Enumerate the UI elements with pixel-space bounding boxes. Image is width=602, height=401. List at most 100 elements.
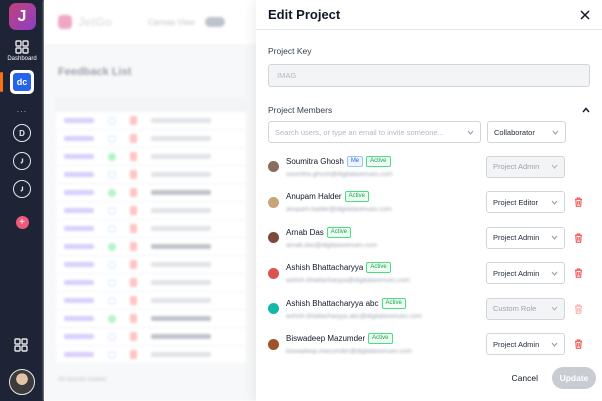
me-badge: Me bbox=[346, 155, 364, 167]
invite-search-input[interactable]: Search users, or type an email to invite… bbox=[268, 121, 481, 143]
modal-backdrop[interactable] bbox=[44, 0, 258, 401]
member-role-value: Project Admin bbox=[493, 339, 540, 349]
member-email: ashish.bhattacharyya@digitalavenues.com bbox=[286, 277, 410, 285]
member-info: Ashish Bhattacharyya Active ashish.bhatt… bbox=[286, 262, 491, 284]
member-avatar bbox=[268, 338, 279, 350]
member-name: Biswadeep Mazumder bbox=[286, 334, 366, 344]
member-role-select[interactable]: Project Admin bbox=[486, 226, 565, 249]
member-role-value: Project Editor bbox=[493, 197, 539, 207]
member-role-value: Custom Role bbox=[493, 304, 537, 314]
trash-icon[interactable] bbox=[574, 268, 583, 279]
chevron-down-icon bbox=[551, 271, 558, 276]
dashboard-nav[interactable]: Dashboard bbox=[7, 40, 37, 62]
member-role-value: Project Admin bbox=[493, 233, 540, 243]
members-section-header[interactable]: Project Members bbox=[268, 105, 590, 115]
status-badge: Active bbox=[368, 333, 393, 345]
trash-icon[interactable] bbox=[574, 197, 583, 208]
member-info: Ashish Bhattacharyya abc Active ashish.b… bbox=[286, 297, 491, 320]
member-row: Ashish Bhattacharyya abc Active ashish.b… bbox=[268, 291, 590, 327]
member-role-select[interactable]: Project Admin bbox=[486, 333, 565, 356]
members-label: Project Members bbox=[268, 105, 333, 115]
add-app-button[interactable]: + bbox=[15, 216, 29, 229]
chevron-down-icon bbox=[551, 342, 558, 347]
member-avatar bbox=[268, 232, 279, 244]
member-name: Arnab Das bbox=[286, 227, 324, 237]
chevron-down-icon bbox=[551, 200, 558, 205]
apps-grid-button[interactable] bbox=[14, 338, 28, 354]
user-avatar[interactable] bbox=[9, 369, 35, 395]
rail-clock-1[interactable] bbox=[13, 152, 31, 170]
drawer-body: Project Key IMAG Project Members Search … bbox=[256, 46, 602, 362]
member-row: Ashish Bhattacharyya Active ashish.bhatt… bbox=[268, 256, 590, 292]
edit-project-drawer: Edit Project Project Key IMAG Project Me… bbox=[256, 0, 602, 401]
status-badge: Active bbox=[381, 297, 406, 309]
drawer-header: Edit Project bbox=[256, 0, 602, 30]
member-info: Arnab Das Active arnab.das@digitalavenue… bbox=[286, 226, 491, 249]
member-info: Soumitra Ghosh Me Active soumitra.ghosh@… bbox=[286, 155, 491, 178]
member-avatar bbox=[268, 303, 279, 315]
member-info: Anupam Halder Active anupam.halder@digit… bbox=[286, 191, 491, 213]
project-key-field: IMAG bbox=[268, 64, 590, 87]
current-app-button[interactable]: dc bbox=[0, 70, 34, 94]
logo-letter: J bbox=[17, 7, 27, 25]
chevron-up-icon[interactable] bbox=[582, 107, 590, 113]
member-name: Anupam Halder bbox=[286, 192, 342, 202]
status-badge: Active bbox=[366, 262, 391, 274]
member-name: Soumitra Ghosh bbox=[286, 156, 344, 166]
trash-icon[interactable] bbox=[574, 339, 583, 350]
member-name: Ashish Bhattacharyya bbox=[286, 263, 364, 273]
rail-clock-2[interactable] bbox=[13, 180, 31, 198]
status-badge: Active bbox=[326, 226, 352, 238]
project-key-label: Project Key bbox=[268, 46, 312, 56]
clock-icon bbox=[19, 186, 23, 192]
rail-app-d[interactable]: D bbox=[13, 124, 31, 142]
clock-icon bbox=[19, 158, 23, 164]
close-icon bbox=[580, 9, 590, 20]
member-row: Arnab Das Active arnab.das@digitalavenue… bbox=[268, 220, 590, 256]
invite-placeholder: Search users, or type an email to invite… bbox=[275, 127, 444, 137]
member-avatar bbox=[268, 196, 279, 208]
active-marker bbox=[0, 72, 3, 92]
member-email: soumitra.ghosh@digitalavenues.com bbox=[286, 170, 393, 178]
more-dots[interactable]: ... bbox=[17, 104, 28, 114]
cancel-button[interactable]: Cancel bbox=[512, 373, 538, 383]
member-role-select[interactable]: Project Admin bbox=[486, 262, 565, 285]
member-row: Soumitra Ghosh Me Active soumitra.ghosh@… bbox=[268, 149, 590, 185]
trash-icon bbox=[575, 304, 582, 314]
chevron-down-icon bbox=[552, 130, 559, 135]
members-list: Soumitra Ghosh Me Active soumitra.ghosh@… bbox=[268, 149, 590, 362]
chevron-down-icon bbox=[551, 235, 558, 241]
app-badge: dc bbox=[13, 73, 31, 91]
member-role-select: Project Admin bbox=[486, 155, 565, 178]
drawer-footer: Cancel Update bbox=[256, 355, 602, 401]
invite-role-value: Collaborator bbox=[494, 127, 535, 137]
member-role-select: Custom Role bbox=[486, 297, 565, 320]
member-role-value: Project Admin bbox=[493, 268, 540, 278]
member-avatar bbox=[268, 161, 279, 173]
trash-icon[interactable] bbox=[574, 233, 583, 243]
member-role-value: Project Admin bbox=[493, 162, 540, 172]
app-logo[interactable]: J bbox=[8, 3, 36, 30]
update-button[interactable]: Update bbox=[552, 367, 596, 389]
status-badge: Active bbox=[366, 155, 391, 167]
grid-icon bbox=[15, 40, 29, 54]
chevron-down-icon bbox=[467, 130, 474, 135]
member-row: Anupam Halder Active anupam.halder@digit… bbox=[268, 185, 590, 221]
chevron-down-icon bbox=[551, 306, 558, 312]
member-info: Biswadeep Mazumder Active biswadeep.mazu… bbox=[286, 333, 491, 355]
member-avatar bbox=[268, 267, 279, 279]
member-email: arnab.das@digitalavenues.com bbox=[286, 241, 378, 249]
member-name: Ashish Bhattacharyya abc bbox=[286, 298, 379, 308]
drawer-title: Edit Project bbox=[268, 7, 341, 22]
chevron-down-icon bbox=[551, 164, 558, 170]
status-badge: Active bbox=[344, 191, 369, 203]
invite-row: Search users, or type an email to invite… bbox=[268, 121, 590, 143]
member-role-select[interactable]: Project Editor bbox=[486, 191, 565, 214]
close-button[interactable] bbox=[580, 8, 590, 22]
member-email: biswadeep.mazumder@digitalavenues.com bbox=[286, 348, 412, 356]
member-email: ashish.bhattacharyya.abc@digitalavenues.… bbox=[286, 312, 422, 320]
dashboard-label: Dashboard bbox=[7, 56, 37, 62]
member-email: anupam.halder@digitalavenues.com bbox=[286, 206, 392, 214]
invite-role-select[interactable]: Collaborator bbox=[487, 121, 566, 143]
grid-icon bbox=[14, 338, 28, 352]
